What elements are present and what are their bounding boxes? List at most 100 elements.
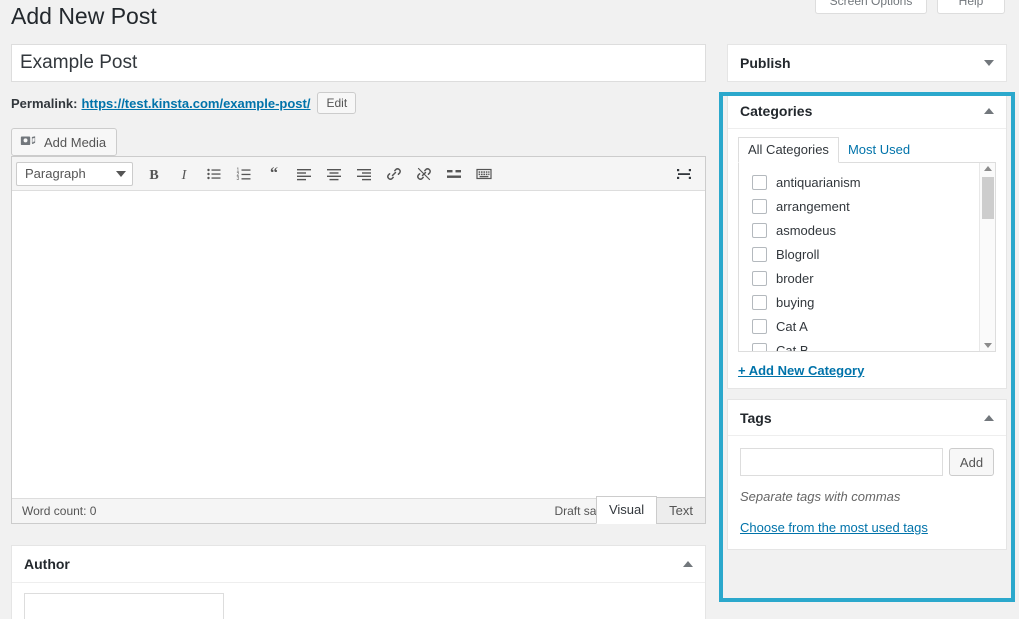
add-new-category-link[interactable]: + Add New Category bbox=[738, 363, 996, 378]
tag-entry-row: Add bbox=[740, 448, 994, 476]
list-item[interactable]: buying bbox=[739, 290, 995, 314]
align-center-icon[interactable] bbox=[319, 161, 349, 187]
paragraph-format-select[interactable]: Paragraph bbox=[16, 162, 133, 186]
category-label: Cat B bbox=[776, 343, 809, 353]
tags-metabox-body: Add Separate tags with commas Choose fro… bbox=[728, 436, 1006, 549]
category-label: Cat A bbox=[776, 319, 808, 334]
checkbox-icon[interactable] bbox=[752, 175, 767, 190]
checkbox-icon[interactable] bbox=[752, 247, 767, 262]
categories-metabox-title: Categories bbox=[740, 103, 812, 119]
publish-metabox-title: Publish bbox=[740, 55, 791, 71]
read-more-icon[interactable] bbox=[439, 161, 469, 187]
add-media-button[interactable]: Add Media bbox=[11, 128, 117, 156]
chevron-down-icon bbox=[116, 171, 126, 177]
toolbar-toggle-icon[interactable] bbox=[469, 161, 499, 187]
sidebar-column: Publish Categories All Categories Most U… bbox=[727, 44, 1007, 560]
tags-metabox: Tags Add Separate tags with commas Choos… bbox=[727, 399, 1007, 550]
categories-scrollbar[interactable] bbox=[979, 163, 995, 351]
categories-checklist[interactable]: antiquarianism arrangement asmodeus Blog… bbox=[738, 162, 996, 352]
checkbox-icon[interactable] bbox=[752, 223, 767, 238]
triangle-up-icon[interactable] bbox=[984, 108, 994, 114]
publish-metabox-header[interactable]: Publish bbox=[728, 45, 1006, 81]
categories-metabox-header[interactable]: Categories bbox=[728, 93, 1006, 129]
list-item[interactable]: broder bbox=[739, 266, 995, 290]
post-title-input[interactable] bbox=[11, 44, 706, 82]
checkbox-icon[interactable] bbox=[752, 319, 767, 334]
triangle-down-icon[interactable] bbox=[984, 60, 994, 66]
screen-options-label: Screen Options bbox=[830, 0, 913, 8]
permalink-label: Permalink: bbox=[11, 96, 77, 111]
help-button[interactable]: Help bbox=[937, 0, 1005, 14]
editor-wrapper: Add Media Visual Text Paragraph bbox=[11, 126, 706, 524]
insert-link-icon[interactable] bbox=[379, 161, 409, 187]
media-row: Add Media Visual Text bbox=[11, 126, 706, 156]
category-label: asmodeus bbox=[776, 223, 836, 238]
checkbox-icon[interactable] bbox=[752, 271, 767, 286]
categories-tabs: All Categories Most Used bbox=[738, 137, 996, 162]
category-label: arrangement bbox=[776, 199, 850, 214]
list-item[interactable]: Cat B bbox=[739, 338, 995, 352]
align-right-icon[interactable] bbox=[349, 161, 379, 187]
publish-metabox: Publish bbox=[727, 44, 1007, 82]
remove-link-icon[interactable] bbox=[409, 161, 439, 187]
list-item[interactable]: arrangement bbox=[739, 194, 995, 218]
tag-input[interactable] bbox=[740, 448, 943, 476]
italic-icon[interactable]: I bbox=[169, 161, 199, 187]
categories-metabox: Categories All Categories Most Used anti… bbox=[727, 92, 1007, 389]
list-item[interactable]: asmodeus bbox=[739, 218, 995, 242]
bold-icon[interactable]: B bbox=[139, 161, 169, 187]
author-metabox-header[interactable]: Author bbox=[12, 546, 705, 583]
list-item[interactable]: Cat A bbox=[739, 314, 995, 338]
screen-meta-buttons: Screen Options Help bbox=[815, 0, 1005, 14]
permalink-row: Permalink: https://test.kinsta.com/examp… bbox=[11, 91, 706, 115]
blockquote-icon[interactable]: “ bbox=[259, 161, 289, 187]
author-metabox-body bbox=[12, 583, 705, 619]
checkbox-icon[interactable] bbox=[752, 199, 767, 214]
tinymce-editor: Paragraph B I bbox=[11, 156, 706, 524]
tab-visual[interactable]: Visual bbox=[596, 496, 657, 524]
add-media-label: Add Media bbox=[44, 135, 106, 150]
author-metabox: Author bbox=[11, 545, 706, 619]
tab-most-used[interactable]: Most Used bbox=[839, 138, 919, 162]
choose-most-used-tags-link[interactable]: Choose from the most used tags bbox=[740, 520, 994, 535]
scroll-down-arrow-icon[interactable] bbox=[984, 343, 992, 348]
author-select[interactable] bbox=[24, 593, 224, 619]
align-left-icon[interactable] bbox=[289, 161, 319, 187]
svg-text:3: 3 bbox=[237, 176, 240, 182]
screen-options-button[interactable]: Screen Options bbox=[815, 0, 927, 14]
scrollbar-thumb[interactable] bbox=[982, 177, 994, 219]
scroll-up-arrow-icon[interactable] bbox=[984, 166, 992, 171]
paragraph-format-value: Paragraph bbox=[25, 166, 86, 181]
category-label: broder bbox=[776, 271, 814, 286]
post-editor-column: Permalink: https://test.kinsta.com/examp… bbox=[11, 44, 706, 619]
list-item[interactable]: antiquarianism bbox=[739, 170, 995, 194]
permalink-url-link[interactable]: https://test.kinsta.com/example-post/ bbox=[81, 96, 310, 111]
checkbox-icon[interactable] bbox=[752, 295, 767, 310]
tab-most-used-label: Most Used bbox=[848, 142, 910, 157]
list-item[interactable]: Blogroll bbox=[739, 242, 995, 266]
tags-metabox-title: Tags bbox=[740, 410, 772, 426]
bulleted-list-icon[interactable] bbox=[199, 161, 229, 187]
tab-all-categories[interactable]: All Categories bbox=[738, 137, 839, 163]
category-label: buying bbox=[776, 295, 814, 310]
distraction-free-icon[interactable] bbox=[669, 161, 699, 187]
tab-all-categories-label: All Categories bbox=[748, 142, 829, 157]
help-label: Help bbox=[959, 0, 984, 8]
editor-content-area[interactable] bbox=[12, 191, 705, 498]
add-tag-button[interactable]: Add bbox=[949, 448, 994, 476]
page-title: Add New Post bbox=[11, 2, 157, 31]
categories-metabox-body: All Categories Most Used antiquarianism … bbox=[728, 129, 1006, 388]
checkbox-icon[interactable] bbox=[752, 343, 767, 353]
tab-text[interactable]: Text bbox=[656, 497, 706, 524]
svg-text:B: B bbox=[149, 168, 158, 182]
tags-metabox-header[interactable]: Tags bbox=[728, 400, 1006, 436]
svg-text:“: “ bbox=[270, 166, 278, 182]
triangle-up-icon[interactable] bbox=[683, 561, 693, 567]
add-media-icon bbox=[20, 134, 37, 151]
tags-hint-text: Separate tags with commas bbox=[740, 489, 994, 504]
edit-permalink-button[interactable]: Edit bbox=[317, 92, 356, 114]
numbered-list-icon[interactable]: 1 2 3 bbox=[229, 161, 259, 187]
category-label: Blogroll bbox=[776, 247, 819, 262]
wordpress-add-new-post-screen: Screen Options Help Add New Post Permali… bbox=[0, 0, 1019, 619]
triangle-up-icon[interactable] bbox=[984, 415, 994, 421]
